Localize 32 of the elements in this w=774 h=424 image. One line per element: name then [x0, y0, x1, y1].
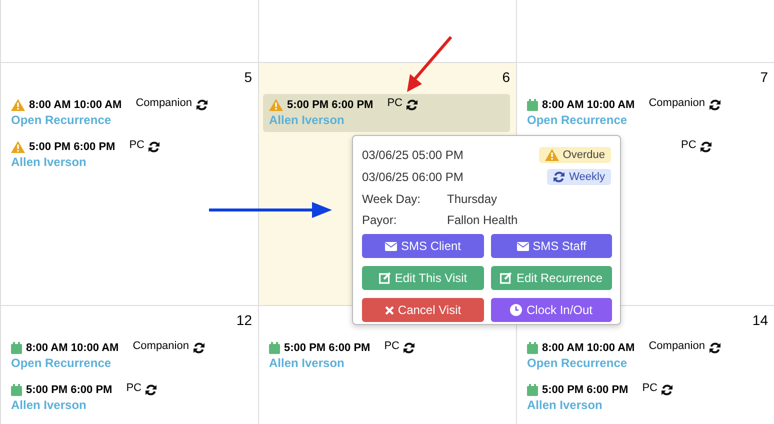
event-time: 5:00 PM 6:00 PM: [284, 342, 370, 354]
end-time: 03/06/25 06:00 PM: [362, 170, 464, 184]
service-type: Companion: [648, 96, 705, 108]
service-type: Companion: [132, 340, 189, 352]
service-type: Companion: [648, 340, 705, 352]
service-type: PC: [681, 138, 696, 150]
event-time: 8:00 AM 10:00 AM: [29, 98, 122, 110]
event-time: 5:00 PM 6:00 PM: [29, 140, 116, 152]
day-number: 6: [502, 69, 510, 85]
recurrence-badge: Weekly: [547, 169, 611, 185]
field-value: Fallon Health: [447, 212, 518, 226]
day-number: 12: [236, 312, 252, 328]
service-type: PC: [129, 138, 144, 150]
event-time: 5:00 PM 6:00 PM: [287, 98, 374, 110]
start-time: 03/06/25 05:00 PM: [362, 148, 464, 162]
service-type: PC: [126, 382, 142, 394]
event-time: 8:00 AM 10:00 AM: [542, 342, 635, 354]
day-number: 14: [752, 312, 768, 328]
service-type: PC: [642, 382, 658, 394]
event-time: 8:00 AM 10:00 AM: [542, 98, 635, 110]
field-label: Week Day:: [362, 192, 422, 206]
service-type: Companion: [136, 96, 192, 108]
service-type: PC: [384, 340, 400, 352]
day-number: 7: [760, 69, 768, 85]
field-value: Thursday: [447, 192, 498, 206]
event-time: 5:00 PM 6:00 PM: [542, 384, 628, 396]
event-time: 5:00 PM 6:00 PM: [26, 384, 112, 396]
day-number: 5: [244, 69, 252, 85]
field-label: Payor:: [362, 212, 398, 226]
status-badge: Overdue: [538, 147, 611, 163]
service-type: PC: [387, 96, 402, 108]
event-time: 8:00 AM 10:00 AM: [26, 342, 119, 354]
